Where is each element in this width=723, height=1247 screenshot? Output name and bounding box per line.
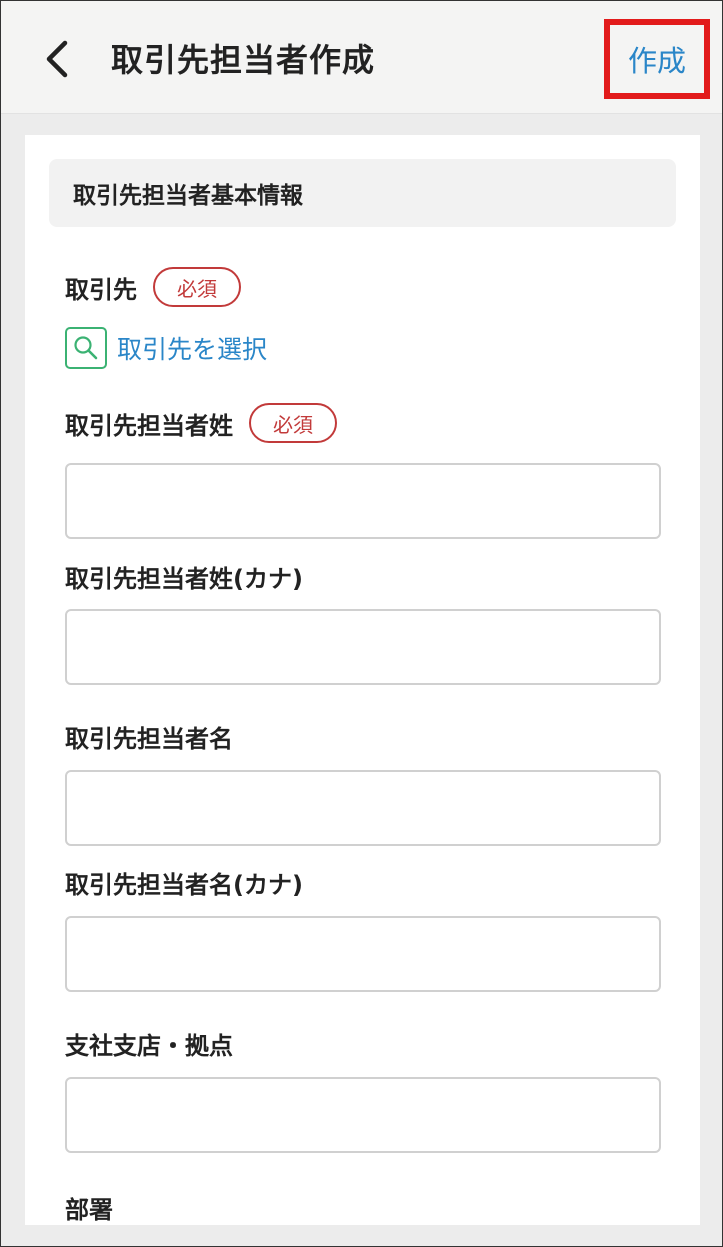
branch-label: 支社支店・拠点 — [65, 1032, 233, 1060]
app-header: 取引先担当者作成 作成 — [1, 1, 722, 114]
branch-input[interactable] — [65, 1077, 661, 1153]
back-button[interactable] — [37, 37, 77, 81]
chevron-left-icon — [46, 40, 68, 78]
last-name-kana-input[interactable] — [65, 609, 661, 685]
create-button[interactable]: 作成 — [604, 19, 710, 99]
page-title: 取引先担当者作成 — [111, 41, 376, 79]
last-name-label-row: 取引先担当者姓 必須 — [65, 403, 337, 443]
account-field-label-row: 取引先 必須 — [65, 267, 241, 307]
last-name-kana-label: 取引先担当者姓(カナ) — [65, 565, 303, 593]
first-name-input[interactable] — [65, 770, 661, 846]
account-label: 取引先 — [65, 275, 137, 304]
required-badge: 必須 — [249, 403, 337, 443]
first-name-kana-label: 取引先担当者名(カナ) — [65, 871, 303, 899]
required-badge: 必須 — [153, 267, 241, 307]
first-name-label: 取引先担当者名 — [65, 725, 233, 753]
app-frame: 取引先担当者作成 作成 取引先担当者基本情報 取引先 必須 取引先を選択 取引先… — [0, 0, 723, 1247]
select-account-link[interactable]: 取引先を選択 — [117, 330, 267, 366]
last-name-label: 取引先担当者姓 — [65, 411, 233, 440]
first-name-kana-input[interactable] — [65, 916, 661, 992]
last-name-input[interactable] — [65, 463, 661, 539]
select-account-row[interactable]: 取引先を選択 — [65, 327, 267, 369]
section-header: 取引先担当者基本情報 — [49, 159, 676, 227]
form-panel: 取引先担当者基本情報 取引先 必須 取引先を選択 取引先担当者姓 必須 取引先担… — [25, 135, 700, 1225]
search-icon[interactable] — [65, 327, 107, 369]
department-label: 部署 — [65, 1196, 113, 1224]
